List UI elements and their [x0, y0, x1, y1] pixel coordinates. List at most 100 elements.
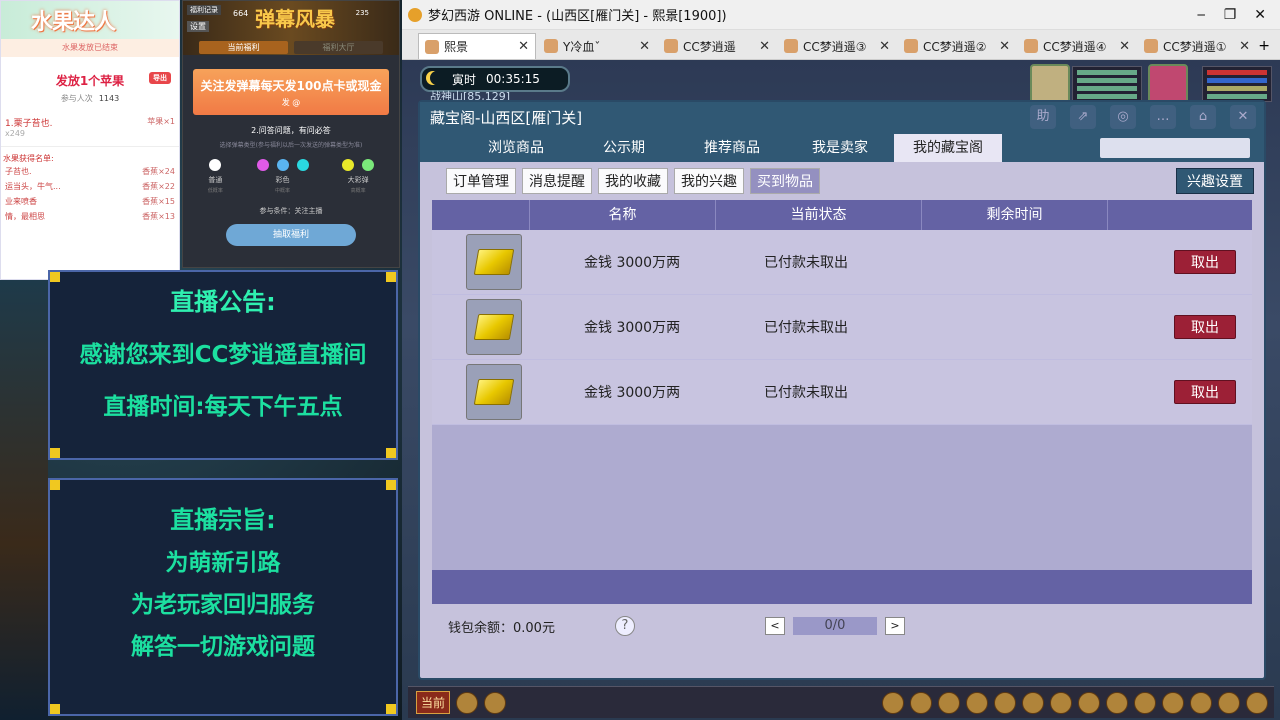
export-badge[interactable]: 导出 — [149, 72, 171, 84]
pet-icon[interactable] — [1022, 691, 1044, 714]
record-icon[interactable]: ◎ — [1110, 105, 1136, 129]
trade-icon[interactable] — [966, 691, 988, 714]
shop-subnav-tab[interactable]: 买到物品 — [750, 168, 820, 194]
mall-icon[interactable] — [1162, 691, 1184, 714]
gold-ingot-icon — [473, 249, 515, 275]
shop-nav-tab[interactable]: 我的藏宝阁 — [894, 134, 1002, 162]
task-icon[interactable] — [1050, 691, 1072, 714]
app-icon — [408, 7, 422, 22]
settings-icon[interactable] — [1246, 691, 1268, 714]
cart-icon[interactable]: ⌂ — [1190, 105, 1216, 129]
share-icon[interactable]: ⇗ — [1070, 105, 1096, 129]
prev-page-button[interactable]: < — [764, 617, 785, 635]
announcement-heading: 直播公告: — [170, 288, 276, 316]
help-icon[interactable]: ? — [614, 616, 635, 636]
tab-close-icon[interactable]: ✕ — [639, 39, 650, 54]
item-name: 金钱 3000万两 — [584, 385, 681, 401]
team-icon[interactable] — [994, 691, 1016, 714]
motto-heading: 直播宗旨: — [170, 506, 276, 534]
search-input[interactable] — [1100, 138, 1250, 158]
window-controls: ‒ ❐ ✕ — [1197, 7, 1266, 23]
client-tab[interactable]: CC梦逍遥④ ✕ — [1018, 33, 1136, 59]
danmaku-type-label: 普通 — [208, 176, 223, 184]
emote-icon[interactable] — [484, 691, 507, 714]
close-button[interactable]: ✕ — [1254, 7, 1266, 23]
danmaku-type-label: 大彩弹 — [347, 176, 369, 184]
tab-close-icon[interactable]: ✕ — [1239, 39, 1250, 54]
tab-close-icon[interactable]: ✕ — [999, 39, 1010, 54]
color-dots — [208, 159, 223, 171]
interest-settings-button[interactable]: 兴趣设置 — [1176, 168, 1254, 194]
danmaku-type-option[interactable]: 普通 低概率 — [208, 159, 223, 194]
shop-subnav-tab[interactable]: 订单管理 — [446, 168, 516, 194]
column-header — [1108, 200, 1252, 230]
danmaku-types: 普通 低概率 彩色 中概率 大彩弹 高概率 — [183, 159, 399, 194]
tab-close-icon[interactable]: ✕ — [518, 39, 529, 54]
draw-welfare-button[interactable]: 抽取福利 — [226, 224, 356, 246]
settings-tab[interactable]: 设置 — [187, 21, 209, 32]
client-tab[interactable]: CC梦逍遥① ✕ — [1138, 33, 1256, 59]
shop-nav-tab[interactable]: 浏览商品 — [462, 134, 570, 162]
system-icon[interactable] — [1190, 691, 1212, 714]
take-out-button[interactable]: 取出 — [1174, 315, 1236, 339]
shop-title-bar: 藏宝阁-山西区[雁门关] 助 ⇗ ◎ … ⌂ ✕ — [420, 102, 1264, 132]
give-icon[interactable] — [938, 691, 960, 714]
fruit-title: 水果达人 — [31, 9, 116, 35]
take-out-button[interactable]: 取出 — [1174, 250, 1236, 274]
shop-subnav-tab[interactable]: 消息提醒 — [522, 168, 592, 194]
danmaku-type-option[interactable]: 彩色 中概率 — [256, 159, 309, 194]
client-tab[interactable]: CC梦逍遥② ✕ — [898, 33, 1016, 59]
pet-avatar[interactable] — [1030, 64, 1070, 104]
event-count-left: 664 — [233, 9, 249, 18]
tab-close-icon[interactable]: ✕ — [1119, 39, 1130, 54]
client-tab[interactable]: CC梦逍遥 ✕ — [658, 33, 776, 59]
list-item: 情，最相思 香蕉×13 — [1, 209, 179, 224]
player-status-bars — [1202, 66, 1272, 102]
client-tab[interactable]: 熙景 ✕ — [418, 33, 536, 59]
game-window: 梦幻西游 ONLINE - (山西区[雁门关] - 熙景[1900]) ‒ ❐ … — [402, 0, 1280, 720]
title-bar: 梦幻西游 ONLINE - (山西区[雁门关] - 熙景[1900]) ‒ ❐ … — [402, 0, 1280, 30]
attack-icon[interactable] — [882, 691, 904, 714]
tab-close-icon[interactable]: ✕ — [759, 39, 770, 54]
minimize-button[interactable]: ‒ — [1197, 7, 1206, 23]
channel-current-button[interactable]: 当前 — [416, 691, 451, 714]
list-item-reward: 香蕉×24 — [142, 167, 175, 176]
window-title: 梦幻西游 ONLINE - (山西区[雁门关] - 熙景[1900]) — [428, 9, 727, 24]
chat-icon[interactable]: … — [1150, 105, 1176, 129]
next-page-button[interactable]: > — [884, 617, 905, 635]
friend-icon[interactable] — [1134, 691, 1156, 714]
mic-icon[interactable] — [456, 691, 479, 714]
tab-welfare-hall[interactable]: 福利大厅 — [294, 41, 383, 54]
list-item-name: 运当头，牛气... — [5, 182, 61, 191]
list-item-name: 情，最相思 — [5, 212, 45, 221]
announcement-line1: 感谢您来到CC梦逍遥直播间 — [79, 342, 367, 368]
shop-nav-tab[interactable]: 公示期 — [570, 134, 678, 162]
time-value: 00:35:15 — [486, 72, 540, 86]
column-header: 当前状态 — [716, 200, 922, 230]
help-icon[interactable]: 助 — [1030, 105, 1056, 129]
close-icon[interactable]: ✕ — [1230, 105, 1256, 129]
maximize-button[interactable]: ❐ — [1224, 7, 1237, 23]
winner-row: 1.栗子苔也. 苹果×1 — [5, 117, 175, 129]
column-header: 名称 — [530, 200, 716, 230]
event-tabs: 当前福利 福利大厅 — [183, 37, 399, 58]
client-tab[interactable]: CC梦逍遥③ ✕ — [778, 33, 896, 59]
event-header: 福利记录 设置 664 弹幕风暴 235 当前福利 福利大厅 — [183, 1, 399, 55]
add-tab-button[interactable]: + — [1258, 38, 1270, 59]
tab-current-welfare[interactable]: 当前福利 — [199, 41, 288, 54]
record-tab[interactable]: 福利记录 — [187, 5, 221, 15]
guild-icon[interactable] — [1078, 691, 1100, 714]
client-tab[interactable]: Y冷血ˇ ✕ — [538, 33, 656, 59]
skill-icon[interactable] — [1106, 691, 1128, 714]
shop-subnav-tab[interactable]: 我的收藏 — [598, 168, 668, 194]
gold-ingot-icon — [473, 379, 515, 405]
item-icon[interactable] — [910, 691, 932, 714]
shop-nav-tab[interactable]: 推荐商品 — [678, 134, 786, 162]
tab-close-icon[interactable]: ✕ — [879, 39, 890, 54]
shop-subnav-tab[interactable]: 我的兴趣 — [674, 168, 744, 194]
shop-nav-tab[interactable]: 我是卖家 — [786, 134, 894, 162]
emoji-icon[interactable] — [1218, 691, 1240, 714]
danmaku-type-option[interactable]: 大彩弹 高概率 — [342, 159, 375, 194]
player-avatar[interactable] — [1148, 64, 1188, 104]
take-out-button[interactable]: 取出 — [1174, 380, 1236, 404]
